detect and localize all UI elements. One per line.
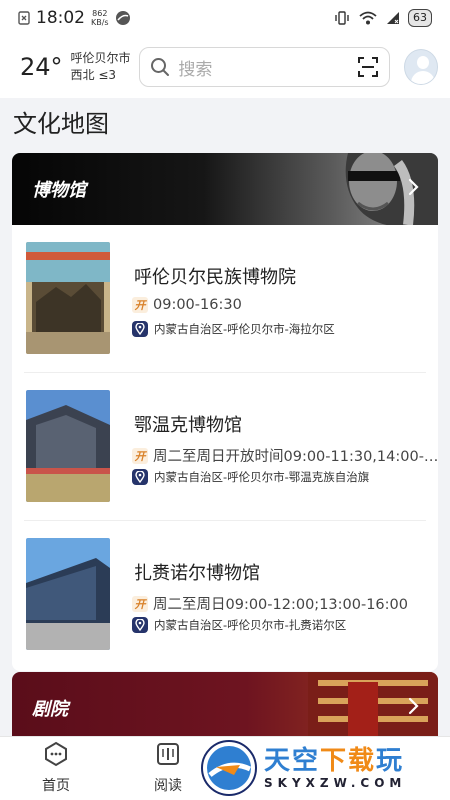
open-hours-icon: 开 xyxy=(132,595,148,612)
watermark-title: 天空下载玩 xyxy=(264,746,405,776)
theatre-category-card: 剧院 xyxy=(12,672,438,744)
museum-list-item[interactable]: 鄂温克博物馆 开 周二至周日开放时间09:00-11:30,14:00-… 内蒙… xyxy=(24,373,438,521)
search-placeholder[interactable]: 搜索 xyxy=(178,55,356,80)
opening-hours-text: 09:00-16:30 xyxy=(153,297,242,313)
nav-home-label: 首页 xyxy=(42,778,70,794)
address: 内蒙古自治区-呼伦贝尔市-扎赉诺尔区 xyxy=(132,617,346,633)
open-hours-icon: 开 xyxy=(132,297,148,313)
sim-error-icon xyxy=(18,11,30,25)
vibrate-icon xyxy=(335,11,349,25)
battery-indicator: 63 xyxy=(408,9,432,27)
opening-hours: 开 周二至周日09:00-12:00;13:00-16:00 xyxy=(132,593,408,614)
open-hours-icon: 开 xyxy=(132,447,148,464)
watermark-logo-icon xyxy=(201,740,257,796)
museum-name: 鄂温克博物馆 xyxy=(134,415,242,436)
theatre-category-title: 剧院 xyxy=(32,699,68,720)
opening-hours: 开 周二至周日开放时间09:00-11:30,14:00-… xyxy=(132,445,438,466)
wifi-icon xyxy=(359,11,377,25)
opening-hours-text: 周二至周日开放时间09:00-11:30,14:00-… xyxy=(153,449,438,465)
location-pin-icon xyxy=(132,617,148,633)
weather-details[interactable]: 呼伦贝尔市 西北 ≤3 xyxy=(71,50,132,84)
museum-list-item[interactable]: 呼伦贝尔民族博物院 开 09:00-16:30 内蒙古自治区-呼伦贝尔市-海拉尔… xyxy=(24,225,426,373)
museum-name: 呼伦贝尔民族博物院 xyxy=(134,267,296,288)
location-pin-icon xyxy=(132,469,148,485)
theatre-category-banner[interactable]: 剧院 xyxy=(12,672,438,744)
museum-list-item[interactable]: 扎赉诺尔博物馆 开 周二至周日09:00-12:00;13:00-16:00 内… xyxy=(24,521,426,669)
address: 内蒙古自治区-呼伦贝尔市-鄂温克族自治旗 xyxy=(132,469,369,485)
location-pin-icon xyxy=(132,321,148,337)
chevron-right-icon[interactable] xyxy=(408,177,420,197)
search-icon xyxy=(151,58,170,76)
network-speed: 862 KB/s xyxy=(91,9,109,27)
signal-icon xyxy=(387,12,399,24)
museum-category-banner[interactable]: 博物馆 xyxy=(12,153,438,225)
opening-hours: 开 09:00-16:30 xyxy=(132,297,242,313)
museum-thumbnail xyxy=(26,390,110,502)
opening-hours-text: 周二至周日09:00-12:00;13:00-16:00 xyxy=(153,597,408,613)
user-avatar[interactable] xyxy=(403,49,438,85)
address-text: 内蒙古自治区-呼伦贝尔市-鄂温克族自治旗 xyxy=(154,470,370,484)
scan-icon[interactable] xyxy=(357,56,379,78)
nav-read-label: 阅读 xyxy=(154,778,182,794)
status-time: 18:02 xyxy=(36,8,85,28)
chevron-right-icon[interactable] xyxy=(408,696,420,716)
museum-thumbnail xyxy=(26,242,110,354)
search-bar[interactable]: 搜索 xyxy=(139,47,390,87)
page-title: 文化地图 xyxy=(13,110,109,138)
top-header: 24° 呼伦贝尔市 西北 ≤3 搜索 xyxy=(0,36,450,98)
address-text: 内蒙古自治区-呼伦贝尔市-扎赉诺尔区 xyxy=(154,618,347,632)
museum-category-card: 博物馆 呼伦贝尔民族博物院 开 09:00-16:30 内蒙古自治区-呼伦贝尔市… xyxy=(12,153,438,671)
app-notification-icon xyxy=(115,11,130,25)
address-text: 内蒙古自治区-呼伦贝尔市-海拉尔区 xyxy=(154,322,335,336)
weather-wind: 西北 ≤3 xyxy=(70,68,117,82)
book-icon xyxy=(157,743,179,765)
museum-thumbnail xyxy=(26,538,110,650)
nav-home[interactable]: 首页 xyxy=(0,737,112,800)
address: 内蒙古自治区-呼伦贝尔市-海拉尔区 xyxy=(132,321,335,337)
status-bar: 18:02 862 KB/s 63 xyxy=(0,0,450,36)
watermark: 天空下载玩 SKYXZW.COM xyxy=(200,736,450,800)
home-icon xyxy=(45,741,67,767)
museum-name: 扎赉诺尔博物馆 xyxy=(134,563,260,584)
museum-category-title: 博物馆 xyxy=(32,180,86,201)
weather-city: 呼伦贝尔市 xyxy=(70,51,131,65)
watermark-url: SKYXZW.COM xyxy=(264,776,407,790)
weather-temperature[interactable]: 24° xyxy=(20,53,63,81)
